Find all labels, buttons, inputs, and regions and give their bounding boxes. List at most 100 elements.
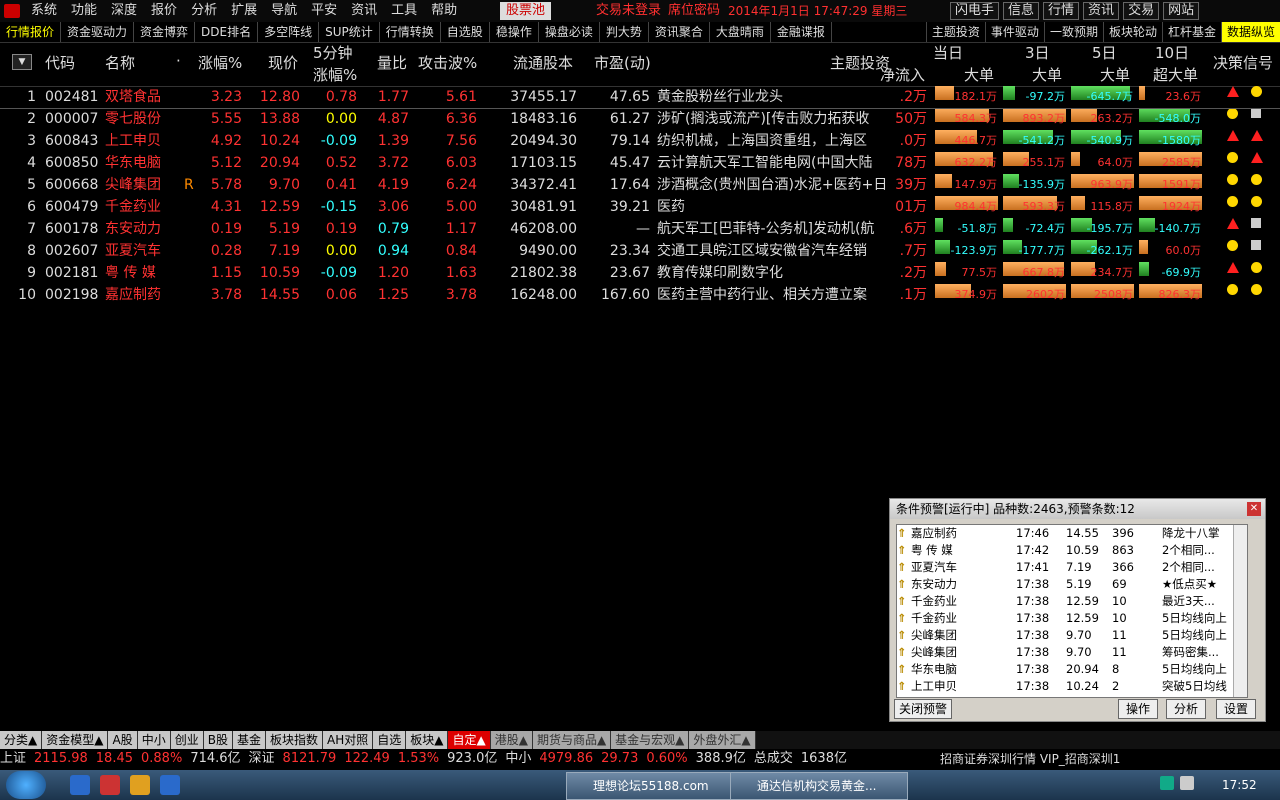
menu-3[interactable]: 报价 bbox=[144, 0, 184, 22]
tab-left-0[interactable]: 行情报价 bbox=[0, 22, 62, 42]
tab-left-9[interactable]: 操盘必读 bbox=[539, 22, 600, 42]
stock-name[interactable]: 华东电脑 bbox=[105, 152, 175, 174]
category-tab-10[interactable]: 板块▲ bbox=[406, 731, 449, 749]
task-tdx[interactable]: 通达信机构交易黄金... bbox=[730, 772, 908, 800]
tab-left-5[interactable]: SUP统计 bbox=[319, 22, 380, 42]
ie-icon[interactable] bbox=[70, 775, 90, 795]
alert-scrollbar[interactable] bbox=[1233, 525, 1247, 697]
network-icon[interactable] bbox=[1160, 776, 1174, 790]
alert-row[interactable]: ⇑ 华东电脑 17:38 20.94 8 5日均线向上 bbox=[897, 661, 1247, 678]
alert-row[interactable]: ⇑ 尖峰集团 17:38 9.70 11 筹码密集... bbox=[897, 644, 1247, 661]
top-button-5[interactable]: 网站 bbox=[1163, 2, 1200, 20]
header-price[interactable]: 现价 bbox=[268, 52, 298, 73]
analyze-button[interactable]: 分析 bbox=[1166, 699, 1206, 719]
table-row[interactable]: 2 000007 零七股份 5.55 13.88 0.00 4.87 6.36 18483.16… bbox=[0, 108, 1280, 130]
alert-row[interactable]: ⇑ 亚夏汽车 17:41 7.19 366 2个相同... bbox=[897, 559, 1247, 576]
top-button-0[interactable]: 闪电手 bbox=[950, 2, 1000, 20]
header-big3[interactable]: 大单 bbox=[1032, 64, 1062, 85]
category-tab-4[interactable]: 创业 bbox=[170, 731, 204, 749]
task-forum[interactable]: 理想论坛55188.com bbox=[566, 772, 734, 800]
seat-code-link[interactable]: 席位密码 bbox=[668, 0, 720, 22]
stock-code[interactable]: 600668 bbox=[45, 174, 105, 196]
stock-name[interactable]: 东安动力 bbox=[105, 218, 175, 240]
category-tab-2[interactable]: A股 bbox=[108, 731, 138, 749]
menu-0[interactable]: 系统 bbox=[24, 0, 64, 22]
app-icon[interactable] bbox=[100, 775, 120, 795]
header-code[interactable]: 代码 bbox=[45, 52, 75, 73]
stock-name[interactable]: 千金药业 bbox=[105, 196, 175, 218]
tab-left-10[interactable]: 判大势 bbox=[600, 22, 649, 42]
alert-row[interactable]: ⇑ 粤 传 媒 17:42 10.59 863 2个相同... bbox=[897, 542, 1247, 559]
start-button-icon[interactable] bbox=[6, 771, 46, 799]
header-big1[interactable]: 大单 bbox=[964, 64, 994, 85]
stock-code[interactable]: 002198 bbox=[45, 284, 105, 306]
table-row[interactable]: 9 002181 粤 传 媒 1.15 10.59 -0.09 1.20 1.63 21802.… bbox=[0, 262, 1280, 284]
menu-1[interactable]: 功能 bbox=[64, 0, 104, 22]
header-pe[interactable]: 市盈(动) bbox=[594, 52, 651, 73]
tab-left-1[interactable]: 资金驱动力 bbox=[61, 22, 135, 42]
alert-row[interactable]: ⇑ 尖峰集团 17:38 9.70 11 5日均线向上 bbox=[897, 627, 1247, 644]
header-day1[interactable]: 当日 bbox=[933, 42, 963, 63]
stock-code[interactable]: 600479 bbox=[45, 196, 105, 218]
operate-button[interactable]: 操作 bbox=[1118, 699, 1158, 719]
table-row[interactable]: 5 600668 尖峰集团 R 5.78 9.70 0.41 4.19 6.24 34372.41… bbox=[0, 174, 1280, 196]
tab-left-8[interactable]: 稳操作 bbox=[490, 22, 539, 42]
table-row[interactable]: 3 600843 上工申贝 4.92 10.24 -0.09 1.39 7.56 20494.3… bbox=[0, 130, 1280, 152]
stock-code[interactable]: 002181 bbox=[45, 262, 105, 284]
header-super[interactable]: 超大单 bbox=[1153, 64, 1198, 85]
stock-code[interactable]: 600850 bbox=[45, 152, 105, 174]
alert-row[interactable]: ⇑ 上工申贝 17:38 10.24 2 突破5日均线 bbox=[897, 678, 1247, 695]
header-signal[interactable]: 决策信号 bbox=[1213, 52, 1273, 73]
category-tab-15[interactable]: 外盘外汇▲ bbox=[689, 731, 756, 749]
volume-icon[interactable] bbox=[1180, 776, 1194, 790]
tab-left-7[interactable]: 自选股 bbox=[441, 22, 490, 42]
close-alert-button[interactable]: 关闭预警 bbox=[894, 699, 952, 719]
category-tab-14[interactable]: 基金与宏观▲ bbox=[611, 731, 690, 749]
category-tab-1[interactable]: 资金模型▲ bbox=[42, 731, 109, 749]
ie-icon-2[interactable] bbox=[160, 775, 180, 795]
top-button-3[interactable]: 资讯 bbox=[1083, 2, 1120, 20]
tab-left-6[interactable]: 行情转换 bbox=[380, 22, 441, 42]
table-row[interactable]: 8 002607 亚夏汽车 0.28 7.19 0.00 0.94 0.84 9490.00 23… bbox=[0, 240, 1280, 262]
stock-code[interactable]: 002481 bbox=[45, 86, 105, 108]
stock-name[interactable]: 上工申贝 bbox=[105, 130, 175, 152]
table-row[interactable]: 1 002481 双塔食品 3.23 12.80 0.78 1.77 5.61 37455.17… bbox=[0, 86, 1280, 108]
stock-name[interactable]: 嘉应制药 bbox=[105, 284, 175, 306]
table-row[interactable]: 4 600850 华东电脑 5.12 20.94 0.52 3.72 6.03 17103.15… bbox=[0, 152, 1280, 174]
header-5min-1[interactable]: 5分钟 bbox=[313, 42, 353, 63]
alert-row[interactable]: ⇑ 千金药业 17:38 12.59 10 5日均线向上 bbox=[897, 610, 1247, 627]
stock-code[interactable]: 600178 bbox=[45, 218, 105, 240]
tab-right-3[interactable]: 板块轮动 bbox=[1102, 22, 1162, 42]
header-day5[interactable]: 5日 bbox=[1092, 42, 1117, 63]
header-float-cap[interactable]: 流通股本 bbox=[513, 52, 573, 73]
stock-code[interactable]: 000007 bbox=[45, 108, 105, 130]
tab-left-12[interactable]: 大盘晴雨 bbox=[710, 22, 771, 42]
tab-right-4[interactable]: 杠杆基金 bbox=[1161, 22, 1221, 42]
stock-name[interactable]: 零七股份 bbox=[105, 108, 175, 130]
stock-pool-button[interactable]: 股票池 bbox=[500, 2, 552, 20]
top-button-1[interactable]: 信息 bbox=[1003, 2, 1040, 20]
tab-right-0[interactable]: 主题投资 bbox=[925, 22, 985, 42]
menu-10[interactable]: 帮助 bbox=[424, 0, 464, 22]
header-attack[interactable]: 攻击波% bbox=[418, 52, 477, 73]
category-tab-5[interactable]: B股 bbox=[203, 731, 233, 749]
header-big5[interactable]: 大单 bbox=[1100, 64, 1130, 85]
settings-button[interactable]: 设置 bbox=[1216, 699, 1256, 719]
category-tab-0[interactable]: 分类▲ bbox=[0, 731, 43, 749]
login-status[interactable]: 交易未登录 bbox=[596, 0, 661, 22]
category-tab-13[interactable]: 期货与商品▲ bbox=[532, 731, 612, 749]
tab-left-11[interactable]: 资讯聚合 bbox=[649, 22, 710, 42]
tab-left-13[interactable]: 金融谍报 bbox=[771, 22, 832, 42]
tab-left-2[interactable]: 资金博弈 bbox=[134, 22, 196, 42]
category-tab-8[interactable]: AH对照 bbox=[322, 731, 374, 749]
header-net[interactable]: 净流入 bbox=[880, 64, 925, 85]
alert-row[interactable]: ⇑ 嘉应制药 17:46 14.55 396 降龙十八掌 bbox=[897, 525, 1247, 542]
tab-left-3[interactable]: DDE排名 bbox=[195, 22, 259, 42]
menu-9[interactable]: 工具 bbox=[384, 0, 424, 22]
header-day10[interactable]: 10日 bbox=[1155, 42, 1189, 63]
tab-right-2[interactable]: 一致预期 bbox=[1043, 22, 1103, 42]
menu-4[interactable]: 分析 bbox=[184, 0, 224, 22]
stock-name[interactable]: 亚夏汽车 bbox=[105, 240, 175, 262]
alert-row[interactable]: ⇑ 千金药业 17:38 12.59 10 最近3天... bbox=[897, 593, 1247, 610]
category-tab-11[interactable]: 自定▲ bbox=[448, 731, 491, 749]
